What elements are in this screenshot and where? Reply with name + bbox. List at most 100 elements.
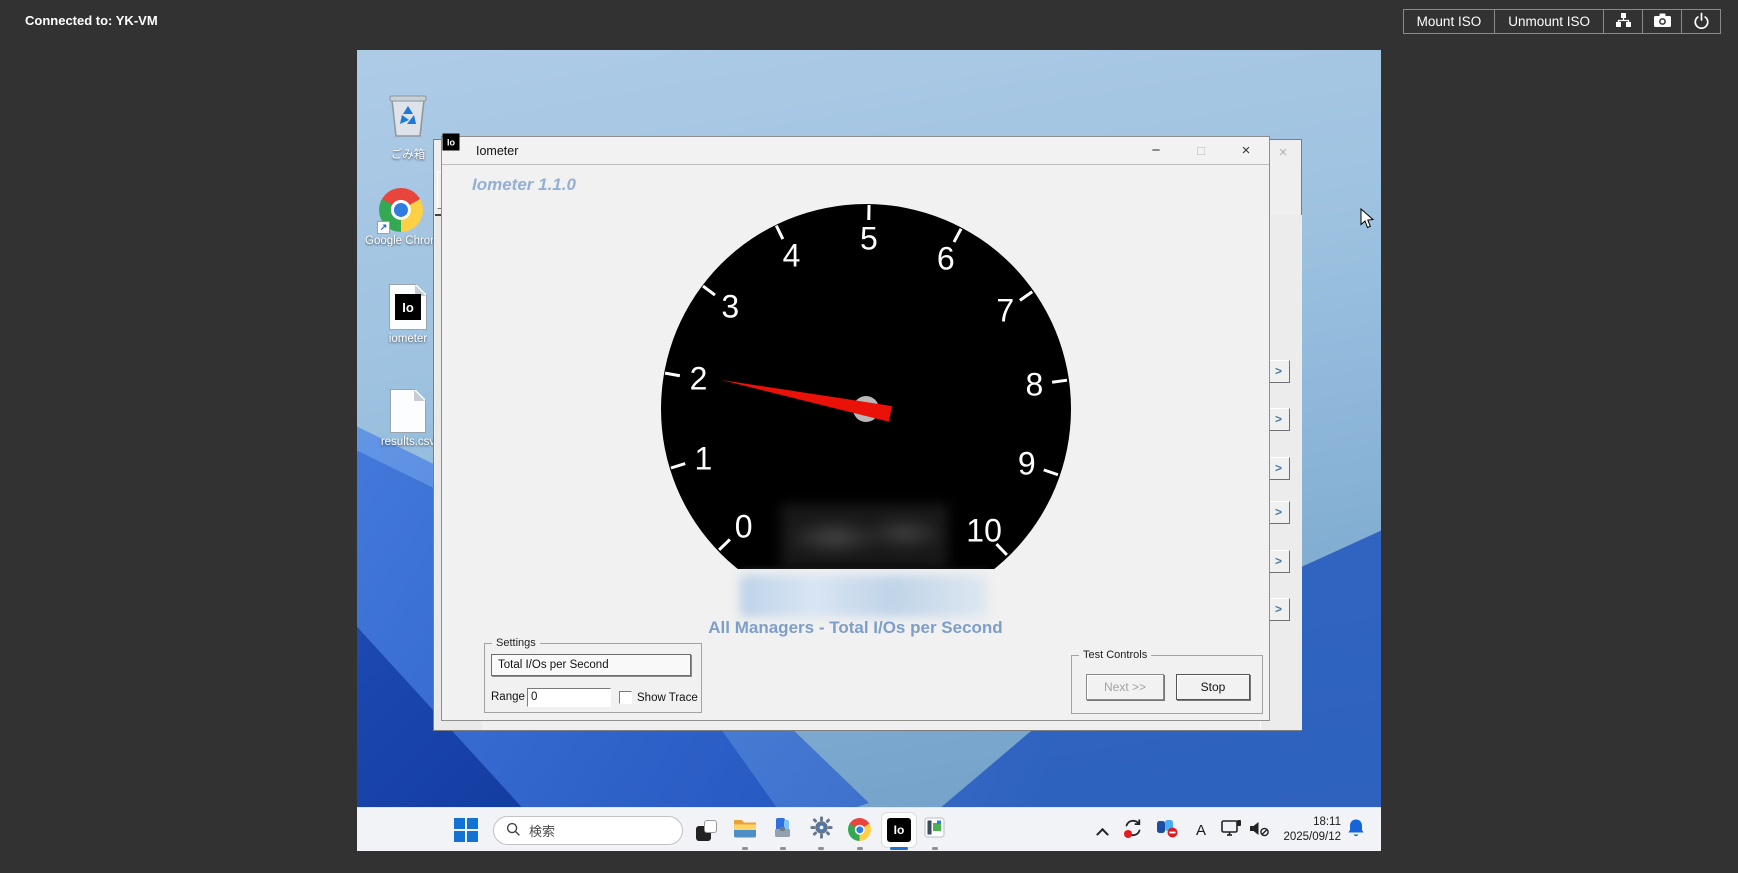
metric-select-button[interactable]: Total I/Os per Second [491, 654, 691, 676]
gauge-caption: All Managers - Total I/Os per Second [442, 618, 1269, 638]
chrome-icon: ↗ [379, 188, 423, 232]
test-controls-legend: Test Controls [1079, 649, 1151, 661]
toolbox-icon [772, 817, 794, 844]
gauge-scale-label: 0 [735, 509, 753, 546]
settings-group: Settings Total I/Os per Second Range 0 S… [484, 643, 702, 713]
monitor-icon [1221, 819, 1242, 842]
tray-clock[interactable]: 18:11 2025/09/12 [1269, 815, 1341, 845]
camera-icon [1653, 12, 1672, 31]
vm-screen: ごみ箱 ↗ Google Chrom Io iometer results.cs… [357, 50, 1381, 851]
iometer-icon: Io [887, 818, 911, 842]
power-button[interactable] [1681, 9, 1721, 34]
iometer-icon: Io [389, 284, 427, 330]
running-app-indicator [857, 847, 863, 850]
range-label: Range [491, 691, 525, 703]
gauge-scale-label: 6 [937, 240, 955, 277]
desktop-icon-label: Google Chrom [365, 235, 437, 247]
inactive-close-icon[interactable]: × [1271, 143, 1295, 163]
maximize-icon[interactable]: □ [1186, 139, 1216, 163]
gauge-scale-label: 10 [966, 513, 1002, 550]
viewer-topbar: Connected to: YK-VM Mount ISO Unmount IS… [0, 0, 1738, 44]
blurred-value-text [740, 575, 987, 617]
gear-icon [810, 816, 833, 844]
connection-label: Connected to: YK-VM [25, 13, 158, 28]
sync-icon [1122, 817, 1144, 844]
tray-sync-app[interactable] [1121, 819, 1144, 842]
gauge-scale-label: 4 [783, 238, 801, 275]
select-counter-button[interactable]: > [1267, 408, 1290, 431]
mouse-cursor [1360, 208, 1375, 234]
mount-iso-button[interactable]: Mount ISO [1403, 9, 1496, 34]
running-app-indicator [932, 847, 938, 850]
clock-time: 18:11 [1269, 815, 1341, 830]
task-view-icon [696, 820, 717, 841]
taskbar-iometer-active[interactable]: Io [881, 812, 917, 848]
dialog-title-bar[interactable]: Io Iometer − □ × [442, 137, 1269, 165]
unmount-iso-button[interactable]: Unmount ISO [1494, 9, 1604, 34]
gauge-scale-label: 7 [996, 293, 1014, 330]
screenshot-button[interactable] [1642, 9, 1682, 34]
gauge-scale-label: 5 [860, 221, 878, 258]
minimize-icon[interactable]: − [1141, 139, 1171, 163]
search-box[interactable]: 検索 [493, 816, 683, 845]
shortcut-arrow-icon: ↗ [377, 221, 390, 234]
taskbar-chrome[interactable] [848, 818, 871, 841]
test-controls-group: Test Controls Next >> Stop [1071, 655, 1263, 714]
taskbar-task-view[interactable] [695, 819, 717, 841]
chevron-up-icon [1096, 827, 1109, 840]
ctrl-alt-del-button[interactable] [1603, 9, 1643, 34]
screenshot-app-icon [924, 817, 945, 843]
gauge-tick [867, 205, 870, 220]
running-app-indicator [780, 847, 786, 850]
gauge-scale-label: 9 [1018, 446, 1036, 483]
clock-date: 2025/09/12 [1269, 830, 1341, 845]
sitemap-icon [1615, 12, 1632, 31]
tray-show-hidden-icons[interactable] [1094, 823, 1110, 839]
select-counter-button[interactable]: > [1267, 457, 1290, 480]
taskbar-snipping-app[interactable] [923, 819, 945, 841]
next-button[interactable]: Next >> [1086, 674, 1164, 700]
gauge-scale-label: 2 [690, 361, 708, 398]
gauge-scale-label: 3 [721, 288, 739, 325]
file-icon [390, 389, 426, 433]
tray-notification-bell[interactable] [1346, 820, 1366, 841]
ime-mode-label: A [1196, 822, 1206, 839]
settings-legend: Settings [492, 637, 540, 649]
speaker-muted-icon [1249, 819, 1271, 843]
running-app-indicator [818, 847, 824, 850]
blurred-readout [781, 504, 948, 568]
select-counter-button[interactable]: > [1267, 550, 1290, 573]
taskbar-file-explorer[interactable] [733, 818, 757, 842]
close-icon[interactable]: × [1231, 139, 1261, 163]
recycle-bin-icon [387, 125, 429, 142]
taskbar-settings[interactable] [809, 817, 834, 842]
dialog-title: Iometer [476, 144, 518, 158]
iometer-app-icon: Io [443, 134, 460, 151]
running-app-indicator [742, 847, 748, 850]
tray-display-icon[interactable] [1220, 821, 1242, 840]
start-button[interactable] [453, 817, 479, 843]
show-trace-checkbox[interactable] [619, 691, 632, 704]
range-input[interactable]: 0 [527, 688, 611, 707]
power-icon [1693, 12, 1710, 32]
bell-icon [1347, 818, 1365, 843]
taskbar-toolbox-app[interactable] [771, 818, 795, 842]
tray-network-app[interactable] [1155, 819, 1179, 842]
viewer-toolbar: Mount ISO Unmount ISO [1404, 9, 1721, 34]
windows-logo-icon [454, 818, 478, 842]
select-counter-button[interactable]: > [1267, 360, 1290, 383]
vpn-blocked-icon [1156, 817, 1179, 844]
select-counter-button[interactable]: > [1267, 598, 1290, 621]
tray-volume-icon[interactable] [1248, 821, 1271, 840]
search-icon [506, 822, 521, 840]
select-counter-button[interactable]: > [1267, 501, 1290, 524]
tray-ime-indicator[interactable]: A [1193, 821, 1209, 839]
page: { "viewer": { "connection_label": "Conne… [0, 0, 1738, 873]
desktop-icon-chrome[interactable]: ↗ Google Chrom [365, 188, 437, 247]
stop-button[interactable]: Stop [1176, 674, 1250, 700]
gauge-scale-label: 1 [695, 440, 713, 477]
taskbar: 検索 Io [357, 807, 1381, 851]
folder-icon [733, 817, 757, 843]
chrome-icon [848, 818, 871, 841]
search-placeholder: 検索 [529, 821, 555, 840]
